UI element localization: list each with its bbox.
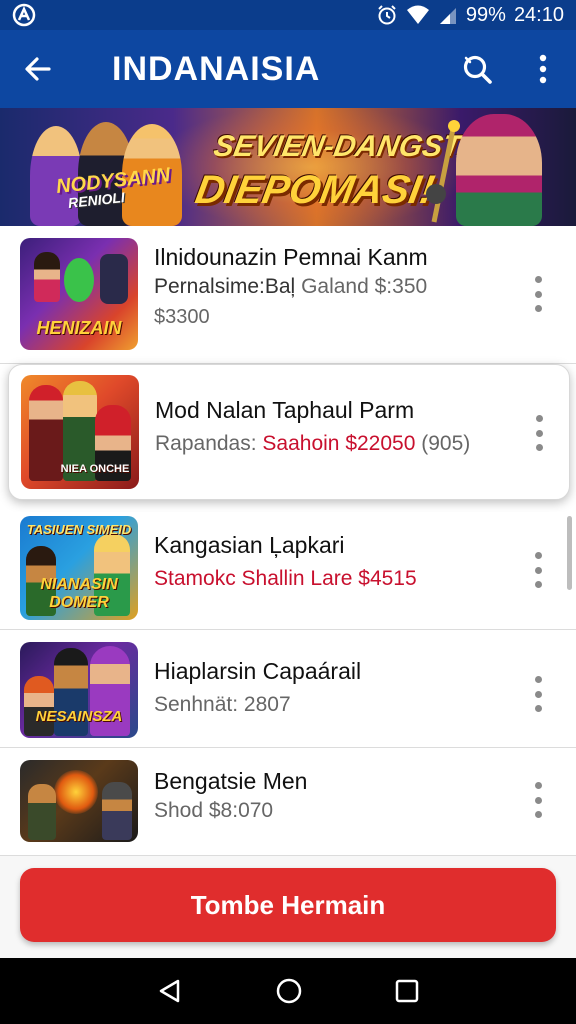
game-thumbnail[interactable]: NIEA ONCHE — [21, 375, 139, 489]
list-item[interactable]: NESAINSZA Hiaplarsin Capaárail Senhnät: … — [0, 630, 576, 748]
nav-recents-icon[interactable] — [394, 978, 420, 1004]
item-title: Kangasian Ļapkari — [154, 532, 345, 558]
banner-character-4 — [456, 114, 542, 226]
nav-back-icon[interactable] — [156, 977, 184, 1005]
list-item[interactable]: HENIZAIN Ilnidounazin Pemnai Kanm Pernal… — [0, 226, 576, 364]
banner-staff-icon — [426, 120, 460, 223]
item-more-button[interactable] — [526, 548, 550, 592]
item-title: Mod Nalan Taphaul Parm — [155, 397, 415, 423]
item-detail: Pernalsime:Baļ — [154, 275, 296, 298]
more-vert-icon — [534, 782, 542, 789]
clock: 24:10 — [513, 3, 564, 26]
banner-headline-main: DIEPOMASI! — [192, 168, 438, 212]
item-title: Hiaplarsin Capaárail — [154, 658, 362, 684]
more-vert-icon — [535, 415, 543, 422]
search-button[interactable] — [444, 30, 510, 108]
item-more-button[interactable] — [526, 778, 550, 822]
item-price: Shod $8:070 — [154, 799, 274, 822]
thumbnail-caption: HENIZAIN — [36, 318, 122, 338]
primary-action-button[interactable]: Tombe Hermain — [20, 868, 556, 942]
item-more-button[interactable] — [526, 272, 550, 316]
more-vert-icon — [539, 54, 547, 84]
back-button[interactable] — [0, 30, 76, 108]
nav-home-icon[interactable] — [275, 977, 303, 1005]
arrow-left-icon — [25, 57, 51, 81]
wifi-icon — [406, 5, 429, 24]
thumbnail-caption-top: TASIUEN SIMEID — [26, 522, 132, 537]
item-price: Stamokc Shallin Lare $4515 — [154, 567, 417, 590]
game-list: HENIZAIN Ilnidounazin Pemnai Kanm Pernal… — [0, 226, 576, 856]
item-more-button[interactable] — [526, 672, 550, 716]
item-count: (905) — [421, 432, 471, 455]
signal-icon — [439, 8, 456, 24]
list-item-selected[interactable]: NIEA ONCHE Mod Nalan Taphaul Parm Rapand… — [8, 364, 570, 500]
thumbnail-caption: NIANASIN DOMER — [40, 576, 118, 611]
item-detail: Senhnät: 2807 — [154, 693, 291, 716]
scrollbar[interactable] — [567, 516, 572, 590]
item-detail: Rapandas: — [155, 432, 257, 455]
status-bar: 99% 24:10 — [0, 0, 576, 30]
item-amount: $3300 — [154, 306, 210, 328]
promo-banner[interactable]: NODYSANN RENIOLI SEVIEN-DANGSTA DIEPOMAS… — [0, 108, 576, 226]
game-thumbnail[interactable]: TASIUEN SIMEID NIANASIN DOMER — [20, 516, 138, 620]
game-thumbnail[interactable] — [20, 760, 138, 842]
game-thumbnail[interactable]: NESAINSZA — [20, 642, 138, 738]
thumbnail-caption: NESAINSZA — [35, 708, 123, 725]
item-title: Bengatsie Men — [154, 768, 308, 794]
more-vert-icon — [534, 552, 542, 559]
app-notification-icon — [12, 3, 36, 27]
overflow-menu-button[interactable] — [510, 30, 576, 108]
game-thumbnail[interactable]: HENIZAIN — [20, 238, 138, 350]
item-price: Galand $:350 — [301, 275, 428, 298]
more-vert-icon — [534, 676, 542, 683]
item-price: Saahoin $22050 — [262, 432, 416, 455]
list-item[interactable]: Bengatsie Men Shod $8:070 — [0, 748, 576, 856]
search-icon — [463, 55, 492, 84]
page-title: INDANAISIA — [112, 49, 321, 88]
more-vert-icon — [534, 276, 542, 283]
app-bar: INDANAISIA — [0, 30, 576, 108]
battery-percent: 99% — [465, 3, 506, 26]
system-nav-bar — [0, 958, 576, 1024]
alarm-icon — [378, 5, 396, 25]
item-title: Ilnidounazin Pemnai Kanm — [154, 244, 428, 270]
list-item[interactable]: TASIUEN SIMEID NIANASIN DOMER Kangasian … — [0, 512, 576, 630]
thumbnail-caption: NIEA ONCHE — [60, 463, 130, 475]
item-more-button[interactable] — [527, 411, 551, 455]
